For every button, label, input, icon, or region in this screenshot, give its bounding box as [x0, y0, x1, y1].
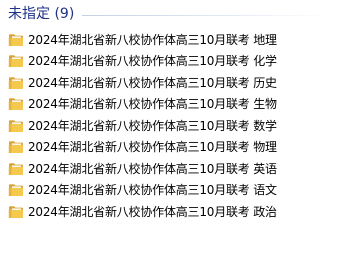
folder-icon	[8, 184, 23, 197]
folder-icon	[8, 55, 23, 68]
folder-name: 2024年湖北省新八校协作体高三10月联考 英语	[28, 161, 277, 176]
folder-item[interactable]: 2024年湖北省新八校协作体高三10月联考 政治	[6, 201, 306, 223]
folder-icon	[8, 98, 23, 111]
file-group-unspecified: 未指定 (9) 2024年湖北省新八校协作体高三10月联考 地理 2024年湖北…	[0, 0, 338, 274]
folder-icon	[8, 162, 23, 175]
folder-icon	[8, 119, 23, 132]
group-title[interactable]: 未指定 (9)	[8, 4, 74, 24]
folder-name: 2024年湖北省新八校协作体高三10月联考 地理	[28, 32, 277, 47]
folder-icon	[8, 33, 23, 46]
folder-item[interactable]: 2024年湖北省新八校协作体高三10月联考 语文	[6, 180, 306, 202]
folder-name: 2024年湖北省新八校协作体高三10月联考 生物	[28, 97, 277, 112]
folder-name: 2024年湖北省新八校协作体高三10月联考 政治	[28, 204, 277, 219]
folder-item[interactable]: 2024年湖北省新八校协作体高三10月联考 地理	[6, 29, 306, 51]
folder-icon	[8, 205, 23, 218]
folder-name: 2024年湖北省新八校协作体高三10月联考 数学	[28, 118, 277, 133]
folder-icon	[8, 141, 23, 154]
folder-item[interactable]: 2024年湖北省新八校协作体高三10月联考 化学	[6, 51, 306, 73]
folder-icon	[8, 76, 23, 89]
folder-item[interactable]: 2024年湖北省新八校协作体高三10月联考 物理	[6, 137, 306, 159]
group-header[interactable]: 未指定 (9)	[8, 4, 328, 24]
folder-item[interactable]: 2024年湖北省新八校协作体高三10月联考 数学	[6, 115, 306, 137]
group-divider	[82, 14, 328, 16]
folder-name: 2024年湖北省新八校协作体高三10月联考 历史	[28, 75, 277, 90]
folder-item[interactable]: 2024年湖北省新八校协作体高三10月联考 生物	[6, 94, 306, 116]
folder-item[interactable]: 2024年湖北省新八校协作体高三10月联考 历史	[6, 72, 306, 94]
folder-item[interactable]: 2024年湖北省新八校协作体高三10月联考 英语	[6, 158, 306, 180]
folder-name: 2024年湖北省新八校协作体高三10月联考 物理	[28, 140, 277, 155]
folder-name: 2024年湖北省新八校协作体高三10月联考 语文	[28, 183, 277, 198]
folder-name: 2024年湖北省新八校协作体高三10月联考 化学	[28, 54, 277, 69]
file-list: 2024年湖北省新八校协作体高三10月联考 地理 2024年湖北省新八校协作体高…	[6, 29, 306, 223]
